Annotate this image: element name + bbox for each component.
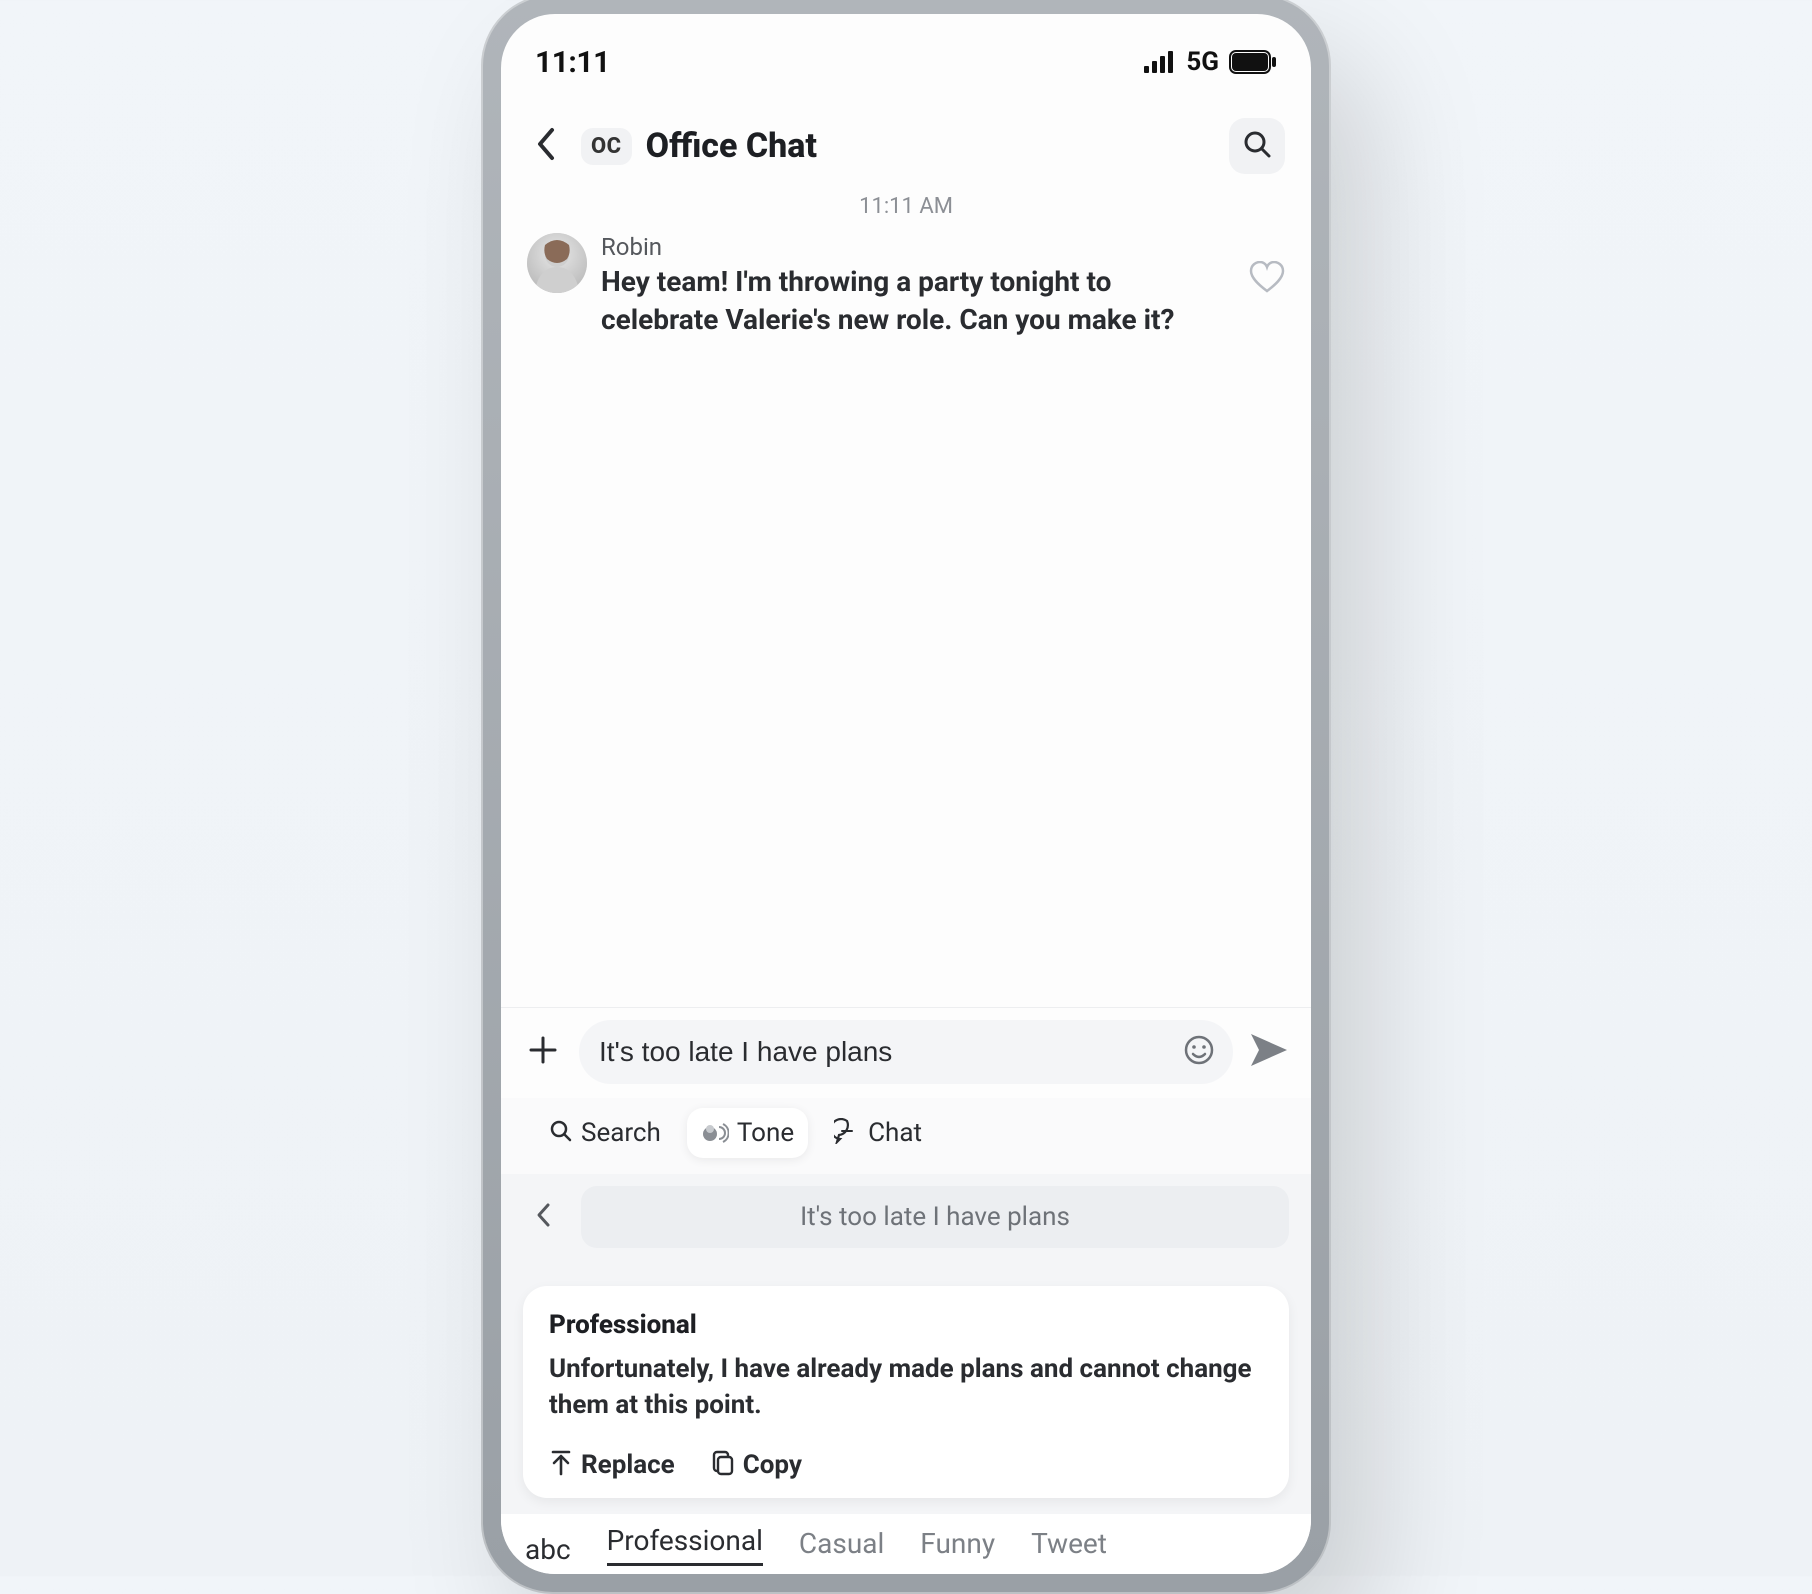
suggestion-area: Professional Unfortunately, I have alrea… [501,1260,1311,1514]
chat-title: Office Chat [646,126,817,166]
replace-button[interactable]: Replace [549,1450,675,1480]
copy-button[interactable]: Copy [711,1450,802,1480]
copy-icon [711,1450,735,1480]
tone-source-row: It's too late I have plans [501,1174,1311,1260]
message-bubble: Robin Hey team! I'm throwing a party ton… [601,233,1227,339]
status-indicators: 5G [1144,47,1277,77]
toolbar-tone-label: Tone [737,1118,794,1148]
toolbar-chat-label: Chat [868,1118,922,1148]
suggestion-body: Unfortunately, I have already made plans… [549,1352,1263,1424]
smile-icon [1183,1034,1215,1070]
message-input-wrapper[interactable] [579,1020,1233,1084]
assist-toolbar: Search Tone Chat [501,1098,1311,1174]
thread-timestamp: 11:11 AM [501,194,1311,219]
tone-source-text[interactable]: It's too late I have plans [581,1186,1289,1248]
chevron-left-icon [534,127,556,165]
search-icon [1242,129,1272,163]
message-text: Hey team! I'm throwing a party tonight t… [601,263,1227,339]
plus-icon [527,1034,559,1070]
chat-avatar-initials: OC [581,128,632,165]
suggestion-card: Professional Unfortunately, I have alrea… [523,1286,1289,1498]
status-bar: 11:11 5G [501,14,1311,100]
search-icon [549,1119,573,1147]
compose-area: Search Tone Chat It's [501,1007,1311,1574]
toolbar-chat[interactable]: Chat [820,1108,936,1158]
search-button[interactable] [1229,118,1285,174]
tone-tab-funny[interactable]: Funny [920,1527,995,1566]
keyboard-mode-button[interactable]: abc [525,1533,571,1566]
tone-back-button[interactable] [523,1197,563,1237]
tone-icon [701,1119,729,1147]
tone-tab-casual[interactable]: Casual [799,1527,884,1566]
toolbar-search[interactable]: Search [535,1108,675,1158]
tone-tab-tweet[interactable]: Tweet [1031,1527,1107,1566]
toolbar-search-label: Search [581,1118,661,1148]
chevron-left-icon [535,1202,551,1232]
status-time: 11:11 [535,45,610,80]
cellular-signal-icon [1144,51,1174,73]
suggestion-actions: Replace Copy [549,1450,1263,1480]
network-type-label: 5G [1186,47,1219,77]
attach-button[interactable] [523,1032,563,1072]
react-button[interactable] [1249,261,1285,297]
chat-header: OC Office Chat [501,100,1311,188]
message-row: Robin Hey team! I'm throwing a party ton… [501,233,1311,339]
toolbar-tone[interactable]: Tone [687,1108,808,1158]
chat-icon [834,1118,860,1148]
suggestion-tone-title: Professional [549,1310,1263,1340]
heart-icon [1249,278,1285,297]
emoji-button[interactable] [1183,1034,1215,1070]
battery-icon [1229,50,1277,74]
send-icon [1249,1032,1289,1072]
sender-avatar[interactable] [527,233,587,293]
phone-frame: 11:11 5G OC [481,0,1331,1594]
phone-screen: 11:11 5G OC [501,14,1311,1574]
send-button[interactable] [1249,1032,1289,1072]
replace-label: Replace [581,1450,675,1480]
message-sender: Robin [601,233,1227,261]
tone-tab-professional[interactable]: Professional [607,1524,763,1566]
replace-icon [549,1450,573,1480]
message-input[interactable] [597,1035,1171,1069]
copy-label: Copy [743,1450,802,1480]
back-button[interactable] [523,124,567,168]
compose-input-row [501,1007,1311,1098]
tone-tabbar: abc Professional Casual Funny Tweet [501,1514,1311,1574]
